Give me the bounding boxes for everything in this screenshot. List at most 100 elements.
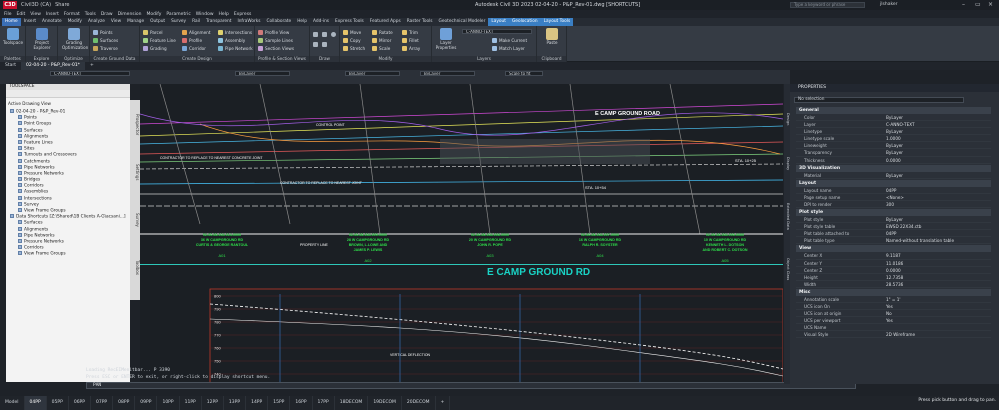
property-value[interactable]: ByLayer	[886, 172, 991, 178]
traverse-button[interactable]: Traverse	[93, 45, 118, 51]
circle-tool-icon[interactable]	[331, 31, 336, 37]
layout-tab[interactable]: 12PP	[202, 396, 224, 410]
property-row[interactable]: DPI to render 300	[796, 201, 991, 209]
ribbon-tab-transparent[interactable]: Transparent	[203, 18, 234, 26]
selection-dropdown[interactable]: No selection	[794, 97, 964, 103]
property-row[interactable]: UCS icon at origin No	[796, 310, 991, 318]
ribbon-tab-manage[interactable]: Manage	[124, 18, 147, 26]
tab-design[interactable]: Design	[784, 104, 790, 134]
property-row[interactable]: Material ByLayer	[796, 172, 991, 179]
color-dropdown[interactable]: ByLayer	[235, 71, 290, 76]
property-section[interactable]: Layout	[796, 179, 991, 187]
property-value[interactable]: EWSD 22X34.ctb	[886, 223, 991, 229]
property-row[interactable]: Plot style table EWSD 22X34.ctb	[796, 223, 991, 231]
ribbon-tab-rail[interactable]: Rail	[189, 18, 203, 26]
match-layer-button[interactable]: Match Layer	[492, 45, 525, 51]
property-row[interactable]: Plot table type Named-without translation…	[796, 237, 991, 245]
scale-dropdown[interactable]: Scale to fit	[505, 71, 543, 76]
ribbon-tab-analyze[interactable]: Analyze	[85, 18, 108, 26]
ribbon-tab-home[interactable]: Home	[2, 18, 21, 26]
property-row[interactable]: Center Y 11.0186	[796, 260, 991, 267]
ribbon-tab-add-ins[interactable]: Add-ins	[310, 18, 332, 26]
property-value[interactable]: <None>	[886, 194, 991, 200]
menu-window[interactable]: Window	[196, 12, 214, 17]
workspace-name[interactable]: Civil3D (CA)	[21, 2, 51, 8]
grading-optimization-button[interactable]: Grading Optimization	[62, 28, 88, 54]
property-row[interactable]: Center X 9.1187	[796, 252, 991, 260]
move-button[interactable]: Move	[343, 29, 361, 35]
drawing-tab[interactable]: 02-04-20 - P&P_Rev-01*	[21, 62, 85, 70]
close-icon[interactable]: ×	[988, 1, 993, 8]
layout-tab[interactable]: 18DECOM	[335, 396, 369, 410]
layer-dropdown[interactable]: C-ANNO-TEXT	[50, 71, 130, 76]
property-value[interactable]: ByLayer	[886, 128, 991, 134]
alignment-button[interactable]: Alignment	[182, 29, 210, 35]
layout-tab[interactable]: Model	[0, 396, 25, 410]
toolspace-button[interactable]: Toolspace	[1, 28, 25, 54]
ribbon-tab-geolocation[interactable]: Geolocation	[508, 18, 541, 26]
share-button[interactable]: Share	[55, 2, 69, 8]
property-row[interactable]: Plot style ByLayer	[796, 216, 991, 224]
array-button[interactable]: Array	[402, 45, 420, 51]
property-row[interactable]: Annotation scale 1" = 1'	[796, 296, 991, 303]
property-value[interactable]: ByLayer	[886, 149, 991, 155]
grading-button[interactable]: Grading	[143, 45, 167, 51]
menu-format[interactable]: Format	[64, 12, 80, 17]
property-row[interactable]: Center Z 0.0000	[796, 267, 991, 274]
polyline-tool-icon[interactable]	[322, 31, 327, 37]
property-value[interactable]: 0.0000	[886, 267, 991, 273]
property-section[interactable]: General	[796, 107, 991, 114]
line-tool-icon[interactable]	[313, 31, 318, 37]
property-value[interactable]: ByLayer	[886, 142, 991, 148]
layout-tab[interactable]: 16PP	[290, 396, 313, 410]
search-input[interactable]: Type a keyword or phrase	[790, 2, 865, 8]
menu-file[interactable]: File	[4, 12, 12, 17]
property-value[interactable]: 300	[886, 201, 991, 207]
property-value[interactable]: 1" = 1'	[886, 296, 991, 302]
property-row[interactable]: Linetype scale 1.0000	[796, 135, 991, 143]
profile-button[interactable]: Profile	[182, 37, 202, 43]
ribbon-tab-infraworks[interactable]: InfraWorks	[234, 18, 263, 26]
ribbon-tab-layout-tools[interactable]: Layout Tools	[540, 18, 574, 26]
property-row[interactable]: Width 28.5736	[796, 281, 991, 288]
property-value[interactable]: No	[886, 310, 991, 316]
trim-button[interactable]: Trim	[402, 29, 418, 35]
property-value[interactable]: 04PP	[886, 187, 991, 193]
current-layer-dropdown[interactable]: C-ANNO-TEXT	[462, 29, 532, 34]
tab-toolbox[interactable]: Toolbox	[130, 250, 140, 285]
property-value[interactable]: 2D Wireframe	[886, 331, 991, 337]
corridor-button[interactable]: Corridor	[182, 45, 206, 51]
stretch-button[interactable]: Stretch	[343, 45, 365, 51]
menu-view[interactable]: View	[30, 12, 41, 17]
property-value[interactable]: 04PP	[886, 230, 991, 236]
menu-dimension[interactable]: Dimension	[118, 12, 142, 17]
pipe-network-button[interactable]: Pipe Network	[218, 45, 253, 51]
drawing-svg[interactable]: E CAMP GROUND RD E CAMP GROUND ROAD STA.…	[140, 84, 783, 384]
user-account[interactable]: jlshaker	[880, 2, 898, 7]
points-button[interactable]: Points	[93, 29, 113, 35]
menu-parametric[interactable]: Parametric	[166, 12, 190, 17]
rectangle-tool-icon[interactable]	[322, 41, 327, 47]
active-view-label[interactable]: Active Drawing View	[8, 101, 51, 106]
sample-lines-button[interactable]: Sample Lines	[258, 37, 293, 43]
layout-tab[interactable]: 17PP	[313, 396, 335, 410]
layout-tab[interactable]: 11PP	[180, 396, 202, 410]
property-value[interactable]: C-ANNO-TEXT	[886, 121, 991, 127]
property-value[interactable]: Named-without translation table	[886, 237, 991, 243]
property-row[interactable]: Height 12.7358	[796, 274, 991, 281]
feature-line-button[interactable]: Feature Line	[143, 37, 176, 43]
property-row[interactable]: Page setup name <None>	[796, 194, 991, 201]
tab-survey[interactable]: Survey	[130, 205, 140, 235]
ribbon-tab-view[interactable]: View	[108, 18, 124, 26]
paste-button[interactable]: Paste	[540, 28, 564, 54]
property-value[interactable]: 1.0000	[886, 135, 991, 141]
scale-button[interactable]: Scale	[372, 45, 390, 51]
ribbon-tab-help[interactable]: Help	[294, 18, 310, 26]
property-section[interactable]: 3D Visualization	[796, 164, 991, 172]
drawing-canvas[interactable]: E CAMP GROUND RD E CAMP GROUND ROAD STA.…	[140, 84, 783, 384]
property-value[interactable]: 9.1187	[886, 252, 991, 258]
property-value[interactable]	[886, 324, 991, 330]
maximize-icon[interactable]: ▭	[975, 1, 981, 8]
command-input[interactable]: PAN	[86, 382, 856, 389]
new-tab-button[interactable]: +	[85, 62, 99, 70]
